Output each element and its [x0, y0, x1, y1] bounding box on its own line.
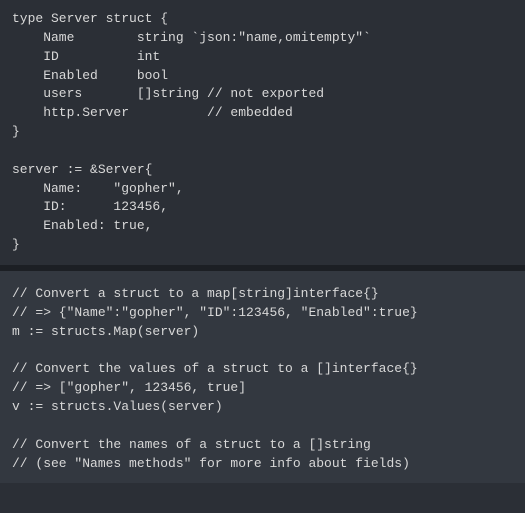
code-block-top: type Server struct { Name string `json:"…: [0, 0, 525, 265]
code-block-bottom: // Convert a struct to a map[string]inte…: [0, 271, 525, 483]
code-text-top: type Server struct { Name string `json:"…: [12, 10, 513, 255]
code-text-bottom: // Convert a struct to a map[string]inte…: [12, 285, 513, 473]
